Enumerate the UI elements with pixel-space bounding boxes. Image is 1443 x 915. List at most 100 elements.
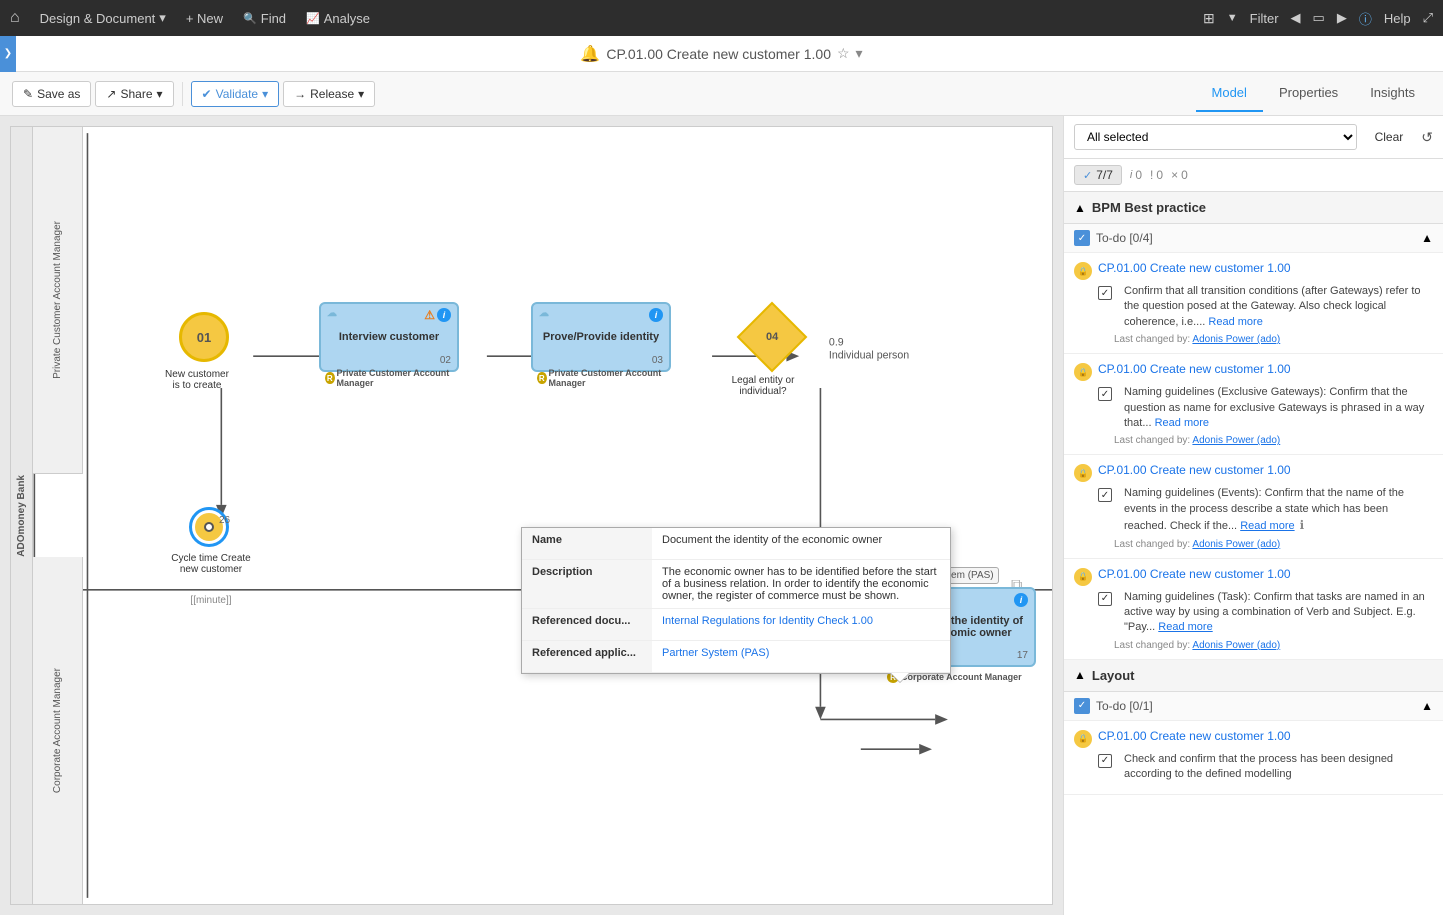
tooltip-app-link[interactable]: Partner System (PAS): [662, 647, 769, 659]
start-event-label: New customer is to create: [161, 369, 233, 391]
subsection-collapse-icon: ▲: [1421, 231, 1433, 245]
int-event-unit: [[minute]]: [171, 595, 251, 606]
design-document-nav[interactable]: Design & Document ▾: [40, 10, 166, 26]
save-icon: ✎: [23, 87, 33, 101]
warning-count-icon: !: [1150, 168, 1153, 182]
int-event-label: Cycle time Create new customer: [171, 553, 251, 575]
bpm-section-header[interactable]: ▲ BPM Best practice: [1064, 192, 1443, 224]
validate-icon: ✔: [202, 87, 212, 101]
canvas-inner[interactable]: 0.9 Individual person ADOmoney Bank Priv…: [10, 126, 1053, 905]
filter-label[interactable]: Filter: [1250, 11, 1279, 26]
check-item-1-changed: Last changed by: Adonis Power (ado): [1114, 334, 1433, 345]
task-02-warning-icon: ⚠: [424, 308, 435, 322]
error-count-icon: ×: [1171, 168, 1178, 182]
check-item-3-read-more[interactable]: Read more: [1240, 520, 1294, 532]
check-item-3: 🔒 CP.01.00 Create new customer 1.00 Nami…: [1064, 455, 1443, 558]
layout-section-header[interactable]: ▲ Layout: [1064, 660, 1443, 692]
bell-icon: 🔔: [580, 44, 600, 64]
task-03-info-icon: i: [649, 308, 663, 322]
check-item-2-read-more[interactable]: Read more: [1155, 417, 1209, 429]
info-icon[interactable]: ⓘ: [1359, 9, 1372, 28]
new-button[interactable]: + New: [186, 11, 223, 26]
validate-button[interactable]: ✔ Validate ▾: [191, 81, 280, 107]
subsection-todo-1[interactable]: ✓ To-do [0/4] ▲: [1064, 224, 1443, 253]
validate-dropdown-icon: ▾: [262, 87, 268, 101]
check-item-4: 🔒 CP.01.00 Create new customer 1.00 Nami…: [1064, 559, 1443, 660]
help-label[interactable]: Help: [1384, 11, 1411, 26]
int-event-number: 26: [219, 515, 230, 526]
changed-link-2[interactable]: Adonis Power (ado): [1192, 435, 1280, 446]
check-item-4-title[interactable]: CP.01.00 Create new customer 1.00: [1098, 567, 1291, 581]
analyse-nav[interactable]: 📈 Analyse: [306, 11, 370, 26]
maximize-icon[interactable]: ⤢: [1423, 10, 1433, 26]
release-button[interactable]: → Release ▾: [283, 81, 375, 107]
tab-insights[interactable]: Insights: [1354, 75, 1431, 112]
svg-text:Individual person: Individual person: [829, 349, 909, 361]
canvas-area[interactable]: 0.9 Individual person ADOmoney Bank Priv…: [0, 116, 1063, 915]
check-item-3-title[interactable]: CP.01.00 Create new customer 1.00: [1098, 463, 1291, 477]
panel-header: All selected Clear ↺: [1064, 116, 1443, 159]
outer-lane-label: ADOmoney Bank: [11, 127, 33, 904]
check-item-1-checkbox[interactable]: [1098, 286, 1112, 300]
tooltip-tail-inner: [891, 673, 909, 682]
main-layout: 0.9 Individual person ADOmoney Bank Priv…: [0, 116, 1443, 915]
check-item-3-checkbox[interactable]: [1098, 488, 1112, 502]
star-icon[interactable]: ☆: [837, 45, 850, 62]
arrow-right-icon: ❯: [4, 48, 12, 59]
next-icon[interactable]: ▶: [1337, 10, 1347, 26]
flow-diagram-svg: 0.9 Individual person: [11, 127, 1052, 904]
layout-icon[interactable]: ▭: [1313, 10, 1325, 26]
prev-icon[interactable]: ◀: [1291, 10, 1301, 26]
dropdown-icon[interactable]: ▾: [856, 45, 863, 62]
share-icon: ↗: [106, 87, 116, 101]
home-icon[interactable]: ⌂: [10, 9, 20, 27]
tooltip-desc-row: Description The economic owner has to be…: [522, 560, 950, 609]
int-event-26[interactable]: [189, 507, 229, 547]
check-item-2-title[interactable]: CP.01.00 Create new customer 1.00: [1098, 362, 1291, 376]
svg-text:0.9: 0.9: [829, 337, 844, 349]
task-03[interactable]: ☁ i Prove/Provide identity 03 R Private …: [531, 302, 671, 372]
check-item-1-icon: 🔒: [1074, 262, 1092, 280]
task-02[interactable]: ☁ i ⚠ Interview customer 02 R Private Cu…: [319, 302, 459, 372]
clear-button[interactable]: Clear: [1365, 126, 1414, 148]
gateway-04-label: Legal entity or individual?: [723, 375, 803, 397]
changed-link-4[interactable]: Adonis Power (ado): [1192, 640, 1280, 651]
filter-icon[interactable]: ▼: [1227, 12, 1238, 24]
check-item-4-read-more[interactable]: Read more: [1158, 621, 1212, 633]
share-button[interactable]: ↗ Share ▾: [95, 81, 173, 107]
gateway-04[interactable]: 04: [737, 302, 808, 373]
check-item-4-checkbox[interactable]: [1098, 592, 1112, 606]
tab-properties[interactable]: Properties: [1263, 75, 1354, 112]
task-02-info-icon: i: [437, 308, 451, 322]
layout-section-collapse-icon: ▲: [1074, 668, 1086, 682]
check-item-2-checkbox[interactable]: [1098, 387, 1112, 401]
subsection-check-icon: ✓: [1074, 230, 1090, 246]
tab-model[interactable]: Model: [1196, 75, 1263, 112]
top-nav: ⌂ Design & Document ▾ + New 🔍 Find 📈 Ana…: [0, 0, 1443, 36]
toolbar-divider: [182, 82, 183, 106]
check-item-1: 🔒 CP.01.00 Create new customer 1.00 Conf…: [1064, 253, 1443, 354]
tooltip-doc-row: Referenced docu... Internal Regulations …: [522, 609, 950, 641]
check-item-layout-1-checkbox[interactable]: [1098, 754, 1112, 768]
check-item-layout-1-title[interactable]: CP.01.00 Create new customer 1.00: [1098, 729, 1291, 743]
start-event-01[interactable]: 01: [179, 312, 229, 362]
changed-link-3[interactable]: Adonis Power (ado): [1192, 539, 1280, 550]
check-item-4-changed: Last changed by: Adonis Power (ado): [1114, 640, 1433, 651]
check-item-layout-1: 🔒 CP.01.00 Create new customer 1.00 Chec…: [1064, 721, 1443, 796]
check-icon: ✓: [1083, 169, 1092, 182]
check-item-layout-1-icon: 🔒: [1074, 730, 1092, 748]
section-collapse-icon: ▲: [1074, 201, 1086, 215]
changed-link-1[interactable]: Adonis Power (ado): [1192, 334, 1280, 345]
find-nav[interactable]: 🔍 Find: [243, 11, 286, 26]
all-selected-dropdown[interactable]: All selected: [1074, 124, 1357, 150]
task-02-cloud-icon: ☁: [327, 308, 337, 319]
tooltip-doc-link[interactable]: Internal Regulations for Identity Check …: [662, 615, 873, 627]
check-item-1-read-more[interactable]: Read more: [1208, 316, 1262, 328]
grid-icon[interactable]: ⊞: [1203, 10, 1215, 27]
sidebar-toggle[interactable]: ❯: [0, 36, 16, 72]
refresh-button[interactable]: ↺: [1421, 129, 1433, 146]
panel-section[interactable]: ▲ BPM Best practice ✓ To-do [0/4] ▲ 🔒: [1064, 192, 1443, 915]
save-as-button[interactable]: ✎ Save as: [12, 81, 91, 107]
subsection-todo-2[interactable]: ✓ To-do [0/1] ▲: [1064, 692, 1443, 721]
check-item-1-title[interactable]: CP.01.00 Create new customer 1.00: [1098, 261, 1291, 275]
